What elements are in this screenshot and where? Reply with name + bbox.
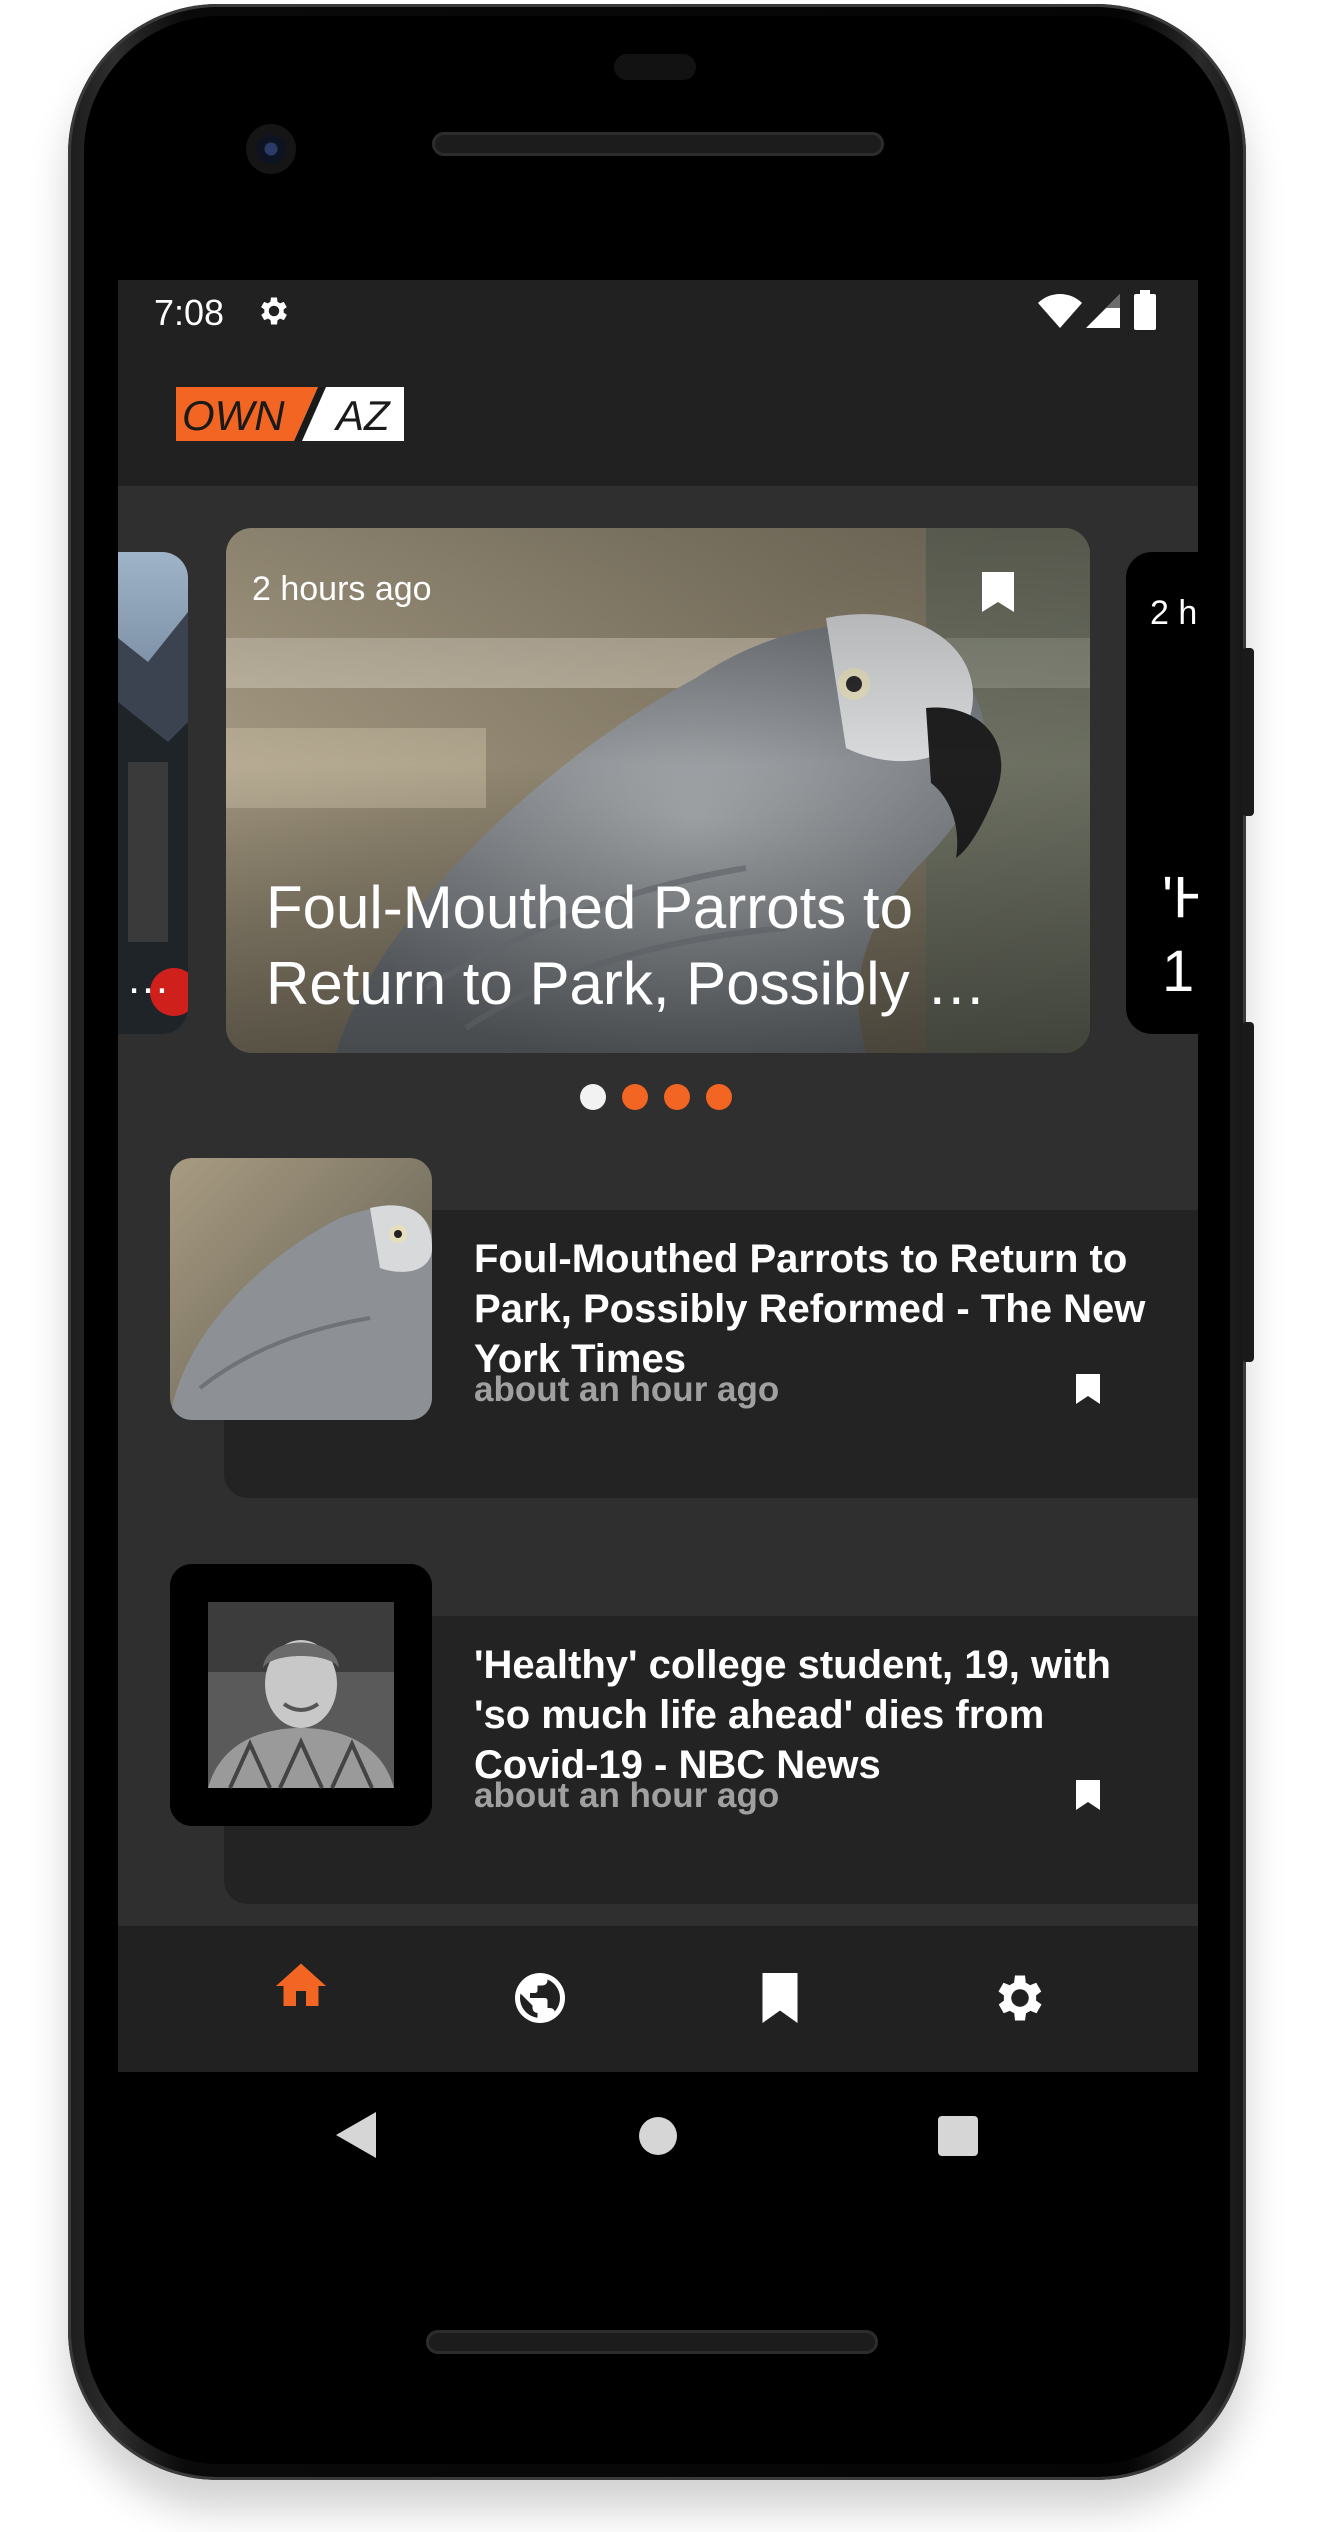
page-dot[interactable]	[664, 1084, 690, 1110]
news-title: 'Healthy' college student, 19, with 'so …	[474, 1643, 1111, 1787]
list-item[interactable]: 'Healthy' college student, 19, with 'so …	[118, 1564, 1198, 1904]
front-camera	[246, 124, 296, 174]
logo-az-text: AZ	[333, 392, 391, 439]
app-screen: 7:08 OWN AZ … 2 hours ago Foul-Mouthed P…	[118, 280, 1198, 2072]
power-button	[1242, 648, 1254, 816]
battery-icon	[1134, 290, 1156, 330]
back-icon[interactable]	[336, 2112, 376, 2158]
wifi-icon	[1038, 294, 1082, 328]
status-time: 7:08	[154, 292, 225, 333]
app-bar: OWN AZ	[118, 342, 1198, 486]
top-speaker	[432, 132, 884, 156]
signal-icon	[1086, 294, 1120, 328]
settings-icon[interactable]	[990, 1968, 1050, 2028]
left-peek-ellipsis: …	[126, 954, 170, 1003]
gear-icon	[261, 297, 287, 325]
page-dot-active[interactable]	[580, 1084, 606, 1110]
bookmark-icon[interactable]	[1076, 1780, 1100, 1810]
logo-own-text: OWN	[182, 392, 285, 439]
right-peek-title-line-1: 'H	[1162, 865, 1198, 930]
system-navigation-bar	[118, 2072, 1198, 2202]
news-thumbnail-parrot	[170, 1158, 432, 1420]
page-dot[interactable]	[706, 1084, 732, 1110]
carousel-card-title-line-1: Foul-Mouthed Parrots to	[266, 874, 913, 941]
right-peek-time: 2 h	[1150, 594, 1198, 632]
status-bar: 7:08	[118, 280, 1198, 342]
bottom-navigation	[118, 1926, 1198, 2072]
news-title: Foul-Mouthed Parrots to Return to Park, …	[474, 1237, 1146, 1381]
home-button-icon[interactable]	[638, 2116, 678, 2156]
earpiece-notch	[614, 54, 696, 80]
bookmark-icon[interactable]	[982, 572, 1014, 612]
carousel-card-title-line-2: Return to Park, Possibly …	[266, 950, 987, 1017]
home-icon[interactable]	[271, 1956, 331, 2016]
carousel-card-left-peek[interactable]: …	[118, 552, 188, 1034]
news-thumbnail-portrait	[170, 1564, 432, 1826]
carousel-card-main[interactable]: 2 hours ago Foul-Mouthed Parrots to Retu…	[226, 528, 1090, 1053]
list-item[interactable]: Foul-Mouthed Parrots to Return to Park, …	[118, 1158, 1198, 1498]
news-time: about an hour ago	[474, 1776, 780, 1815]
carousel-card-right-peek[interactable]: 2 h 'H 1	[1126, 552, 1198, 1034]
news-time: about an hour ago	[474, 1370, 780, 1409]
bottom-speaker	[426, 2330, 878, 2354]
carousel-card-time: 2 hours ago	[252, 570, 432, 608]
volume-button	[1242, 1022, 1254, 1362]
bookmark-icon[interactable]	[1076, 1374, 1100, 1404]
app-logo[interactable]: OWN AZ	[176, 387, 404, 441]
right-peek-title-line-2: 1	[1162, 939, 1195, 1004]
bookmark-icon[interactable]	[750, 1968, 810, 2028]
page-dot[interactable]	[622, 1084, 648, 1110]
globe-icon[interactable]	[510, 1968, 570, 2028]
recents-icon[interactable]	[938, 2116, 978, 2156]
